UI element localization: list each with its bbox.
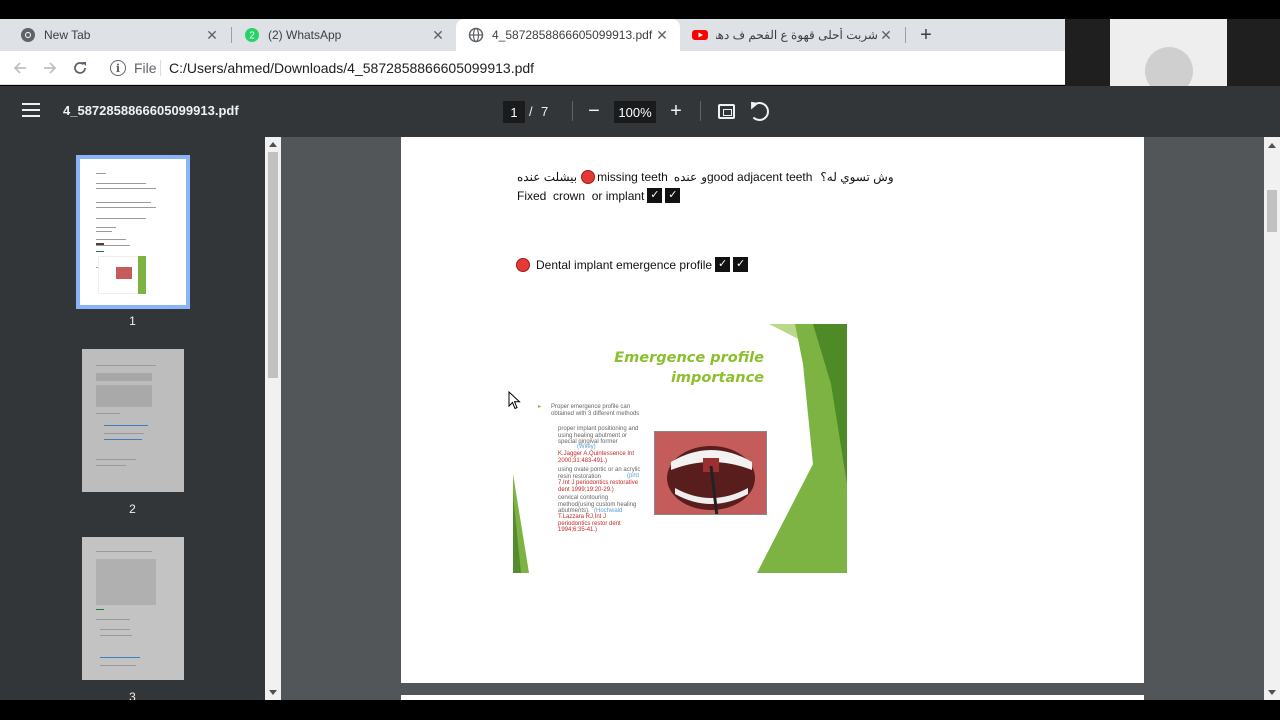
scroll-up-arrow-icon[interactable] bbox=[1268, 143, 1276, 148]
slide-sub-3-ref: T.Lazzara RJ,Int J periodontics restor d… bbox=[558, 514, 621, 533]
missing-teeth-text: missing teeth bbox=[597, 170, 668, 184]
pdf-viewer[interactable]: بيشلت عنده missing teeth عنده و good adj… bbox=[281, 137, 1264, 700]
slide-bullet-1-text: Proper emergence profile can obtained wi… bbox=[551, 404, 640, 417]
zoom-out-button[interactable]: − bbox=[585, 98, 603, 124]
thumbnail-page-3[interactable] bbox=[82, 537, 184, 680]
reload-icon bbox=[74, 62, 86, 74]
red-marker-icon bbox=[516, 257, 530, 272]
text-line-2: Fixed crown or implant ✓ ✓ bbox=[517, 188, 681, 203]
tab-title: شربت أحلى قهوة ع الفحم ف دهب bbox=[716, 28, 878, 42]
thumbnail-label: 2 bbox=[129, 502, 136, 516]
slide-sub-2-link: (pmt bbox=[627, 473, 639, 479]
mouse-cursor-icon bbox=[508, 391, 521, 410]
text-line-3: Dental implant emergence profile ✓ ✓ bbox=[514, 257, 749, 272]
scroll-down-arrow-icon[interactable] bbox=[269, 690, 277, 695]
thumbnail-sidebar: 1 2 3 bbox=[0, 137, 265, 700]
pdf-toolbar: 4_5872858866605099913.pdf 1 / 7 − 100% + bbox=[0, 86, 1065, 137]
slide-sub-1-ref: K.Jagger A.Quintessence Int 2000;31:483-… bbox=[558, 451, 635, 464]
toolbar-divider bbox=[572, 101, 573, 121]
slide-sub-1-link: (Wiley) bbox=[577, 444, 596, 450]
toolbar-divider bbox=[700, 101, 701, 121]
tab-strip: New Tab ✕ 2 (2) WhatsApp ✕ 4_58728588666… bbox=[0, 19, 1065, 51]
thumbnail-page-2[interactable] bbox=[82, 349, 184, 492]
arrow-left-icon bbox=[13, 62, 26, 74]
arabic-has: عنده bbox=[673, 170, 698, 184]
tab-whatsapp[interactable]: 2 (2) WhatsApp ✕ bbox=[232, 19, 456, 51]
arabic-question: وش تسوي له؟ bbox=[820, 170, 894, 184]
adjacent-teeth-text: good adjacent teeth bbox=[707, 170, 813, 184]
slide-sub-2-ref: 7.Int J periodontics restorative dent 19… bbox=[558, 480, 639, 493]
slide-title: Emergence profile importance bbox=[614, 348, 764, 388]
whatsapp-badge: 2 bbox=[249, 31, 255, 42]
fit-to-page-icon[interactable] bbox=[718, 104, 735, 119]
reload-button[interactable] bbox=[68, 56, 92, 80]
emergence-profile-text: Dental implant emergence profile bbox=[536, 257, 713, 272]
slide-image: Emergence profile importance ▸ Proper em… bbox=[513, 324, 847, 573]
new-tab-button[interactable]: + bbox=[914, 23, 938, 47]
globe-icon bbox=[468, 27, 484, 43]
sidebar-scrollbar-thumb[interactable] bbox=[268, 152, 278, 378]
omnibox-divider bbox=[160, 60, 161, 76]
rotate-icon[interactable] bbox=[750, 102, 769, 121]
checkbox-checked-icon: ✓ bbox=[715, 257, 731, 272]
close-icon[interactable]: ✕ bbox=[654, 27, 670, 43]
fixed-crown-text: Fixed crown or implant bbox=[517, 188, 645, 203]
checkbox-checked-icon: ✓ bbox=[733, 257, 749, 272]
tab-title: (2) WhatsApp bbox=[268, 28, 342, 42]
page-count: 7 bbox=[541, 104, 549, 119]
red-marker-icon bbox=[581, 170, 596, 184]
tab-title: 4_5872858866605099913.pdf bbox=[492, 28, 653, 42]
thumbnail-label: 3 bbox=[129, 690, 136, 700]
page-separator: / bbox=[529, 104, 533, 119]
page-number-input[interactable]: 1 bbox=[503, 101, 525, 123]
slide-sub-1: proper implant positioning and using hea… bbox=[558, 426, 639, 445]
address-bar[interactable]: C:/Users/ahmed/Downloads/4_5872858866605… bbox=[169, 60, 534, 76]
dental-photo bbox=[654, 431, 767, 515]
tab-title: New Tab bbox=[44, 28, 91, 42]
thumbnail-page-1[interactable] bbox=[76, 155, 190, 309]
slide-title-line1: Emergence profile bbox=[614, 350, 764, 366]
tab-youtube[interactable]: شربت أحلى قهوة ع الفحم ف دهب ✕ bbox=[680, 19, 904, 51]
url-scheme: File bbox=[134, 60, 157, 76]
document-title: 4_5872858866605099913.pdf bbox=[63, 103, 239, 118]
pdf-toolbar-extension bbox=[1065, 86, 1280, 137]
checkbox-checked-icon: ✓ bbox=[647, 188, 663, 203]
menu-icon[interactable] bbox=[22, 103, 40, 117]
text-line-1: بيشلت عنده missing teeth عنده و good adj… bbox=[517, 170, 894, 184]
scroll-up-arrow-icon[interactable] bbox=[269, 142, 277, 147]
close-icon[interactable]: ✕ bbox=[204, 27, 220, 43]
mouth-image bbox=[655, 432, 766, 514]
zoom-level-input[interactable]: 100% bbox=[614, 101, 656, 123]
viewer-scrollbar-thumb[interactable] bbox=[1267, 190, 1277, 232]
whatsapp-icon: 2 bbox=[244, 27, 260, 43]
arabic-removed: بيشلت عنده bbox=[517, 170, 578, 184]
tab-new-tab[interactable]: New Tab ✕ bbox=[8, 19, 230, 51]
arrow-right-icon bbox=[44, 62, 57, 74]
slide-title-line2: importance bbox=[670, 370, 764, 386]
chrome-icon bbox=[20, 27, 36, 43]
bottom-letterbox bbox=[0, 700, 1280, 720]
close-icon[interactable]: ✕ bbox=[878, 27, 894, 43]
close-icon[interactable]: ✕ bbox=[430, 27, 446, 43]
forward-button[interactable] bbox=[38, 56, 62, 80]
back-button[interactable] bbox=[8, 56, 32, 80]
tab-divider bbox=[905, 27, 906, 43]
info-icon[interactable]: i bbox=[110, 60, 126, 76]
scroll-down-arrow-icon[interactable] bbox=[1268, 690, 1276, 695]
thumbnail-label: 1 bbox=[129, 314, 136, 328]
zoom-in-button[interactable]: + bbox=[666, 98, 686, 124]
tab-pdf[interactable]: 4_5872858866605099913.pdf ✕ bbox=[456, 19, 680, 51]
checkbox-checked-icon: ✓ bbox=[665, 188, 681, 203]
browser-toolbar: i File C:/Users/ahmed/Downloads/4_587285… bbox=[0, 51, 1065, 85]
youtube-icon bbox=[692, 27, 708, 43]
